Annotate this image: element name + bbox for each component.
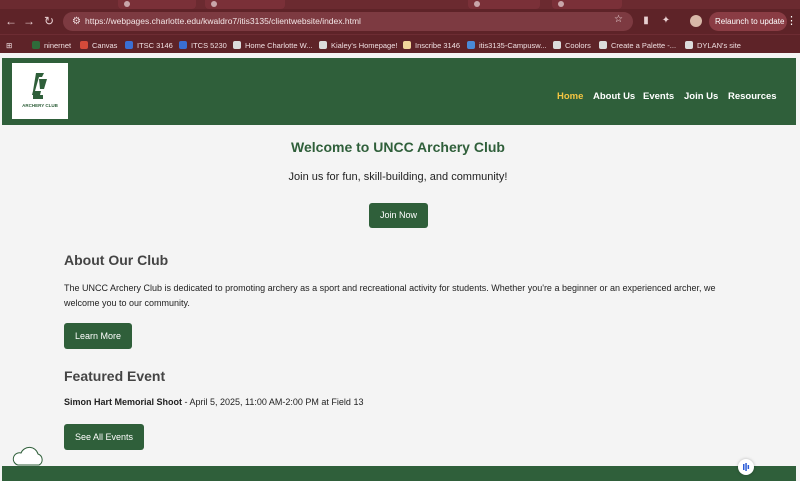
site-header: ARCHERY CLUB Home About Us Events Join U…: [2, 58, 796, 125]
back-icon[interactable]: ←: [4, 14, 18, 28]
featured-event-heading: Featured Event: [64, 368, 166, 384]
bookmark-item[interactable]: Coolors: [553, 39, 591, 51]
bookmark-item[interactable]: ITSC 3146: [125, 39, 173, 51]
assistant-icon[interactable]: [738, 459, 754, 475]
club-logo-icon: [32, 73, 47, 99]
bookmarks-bar: ⊞ ninernet Canvas ITSC 3146 ITCS 5230 Ho…: [0, 34, 800, 53]
site-footer: [2, 466, 796, 481]
browser-toolbar: ← → ↻ ⚙ https://webpages.charlotte.edu/k…: [0, 9, 800, 34]
relaunch-button[interactable]: Relaunch to update: [709, 12, 787, 31]
bookmark-item[interactable]: DYLAN's site: [685, 39, 741, 51]
web-page: ARCHERY CLUB Home About Us Events Join U…: [0, 53, 800, 481]
bookmark-favicon: [599, 41, 607, 49]
bookmark-favicon: [32, 41, 40, 49]
bookmark-favicon: [685, 41, 693, 49]
bookmark-item[interactable]: ITCS 5230: [179, 39, 227, 51]
profile-avatar[interactable]: [690, 15, 702, 27]
bookmark-item[interactable]: Canvas: [80, 39, 117, 51]
about-heading: About Our Club: [64, 252, 169, 268]
bookmark-item[interactable]: itis3135-Campusw...: [467, 39, 547, 51]
browser-tab[interactable]: [468, 0, 540, 9]
event-details: - April 5, 2025, 11:00 AM-2:00 PM at Fie…: [182, 397, 364, 407]
learn-more-button[interactable]: Learn More: [64, 323, 132, 349]
bookmark-favicon: [403, 41, 411, 49]
bookmark-favicon: [319, 41, 327, 49]
bookmark-item[interactable]: Kialey's Homepage!: [319, 39, 397, 51]
nav-join-us[interactable]: Join Us: [684, 91, 718, 102]
bookmark-item[interactable]: Home Charlotte W...: [233, 39, 313, 51]
join-now-button[interactable]: Join Now: [369, 203, 428, 228]
address-bar[interactable]: ⚙ https://webpages.charlotte.edu/kwaldro…: [63, 12, 633, 31]
cloud-icon[interactable]: [10, 445, 46, 467]
bookmark-favicon: [125, 41, 133, 49]
reload-icon[interactable]: ↻: [42, 14, 56, 28]
logo-text: ARCHERY CLUB: [22, 103, 58, 108]
url-text[interactable]: https://webpages.charlotte.edu/kwaldro7/…: [85, 15, 361, 28]
bookmark-favicon: [179, 41, 187, 49]
about-text: The UNCC Archery Club is dedicated to pr…: [64, 283, 716, 308]
menu-icon[interactable]: ⋮: [786, 14, 797, 27]
nav-events[interactable]: Events: [643, 91, 674, 102]
puzzle-icon[interactable]: ✦: [660, 15, 672, 27]
nav-home[interactable]: Home: [557, 91, 583, 102]
bookmark-favicon: [233, 41, 241, 49]
event-name: Simon Hart Memorial Shoot: [64, 397, 183, 407]
tab-strip: [0, 0, 800, 9]
bookmark-favicon: [467, 41, 475, 49]
bookmark-star-icon[interactable]: ☆: [614, 14, 623, 25]
see-all-events-button[interactable]: See All Events: [64, 424, 144, 450]
site-info-icon[interactable]: ⚙: [70, 15, 83, 28]
bookmark-item[interactable]: Create a Palette -...: [599, 39, 676, 51]
welcome-heading: Welcome to UNCC Archery Club: [291, 139, 505, 155]
browser-tab[interactable]: [205, 0, 285, 9]
bookmark-favicon: [553, 41, 561, 49]
welcome-subtitle: Join us for fun, skill-building, and com…: [288, 171, 508, 183]
nav-about-us[interactable]: About Us: [593, 91, 635, 102]
nav-resources[interactable]: Resources: [728, 91, 777, 102]
bookmark-item[interactable]: Inscribe 3146: [403, 39, 460, 51]
bookmark-item[interactable]: ninernet: [32, 39, 71, 51]
forward-icon[interactable]: →: [22, 14, 36, 28]
extension-icon[interactable]: ▮: [640, 15, 652, 27]
browser-tab[interactable]: [552, 0, 622, 9]
bookmark-favicon: [80, 41, 88, 49]
browser-tab[interactable]: [118, 0, 196, 9]
apps-icon[interactable]: ⊞: [6, 39, 12, 51]
featured-event-text: Simon Hart Memorial Shoot - April 5, 202…: [64, 397, 363, 407]
club-logo[interactable]: ARCHERY CLUB: [12, 63, 68, 119]
